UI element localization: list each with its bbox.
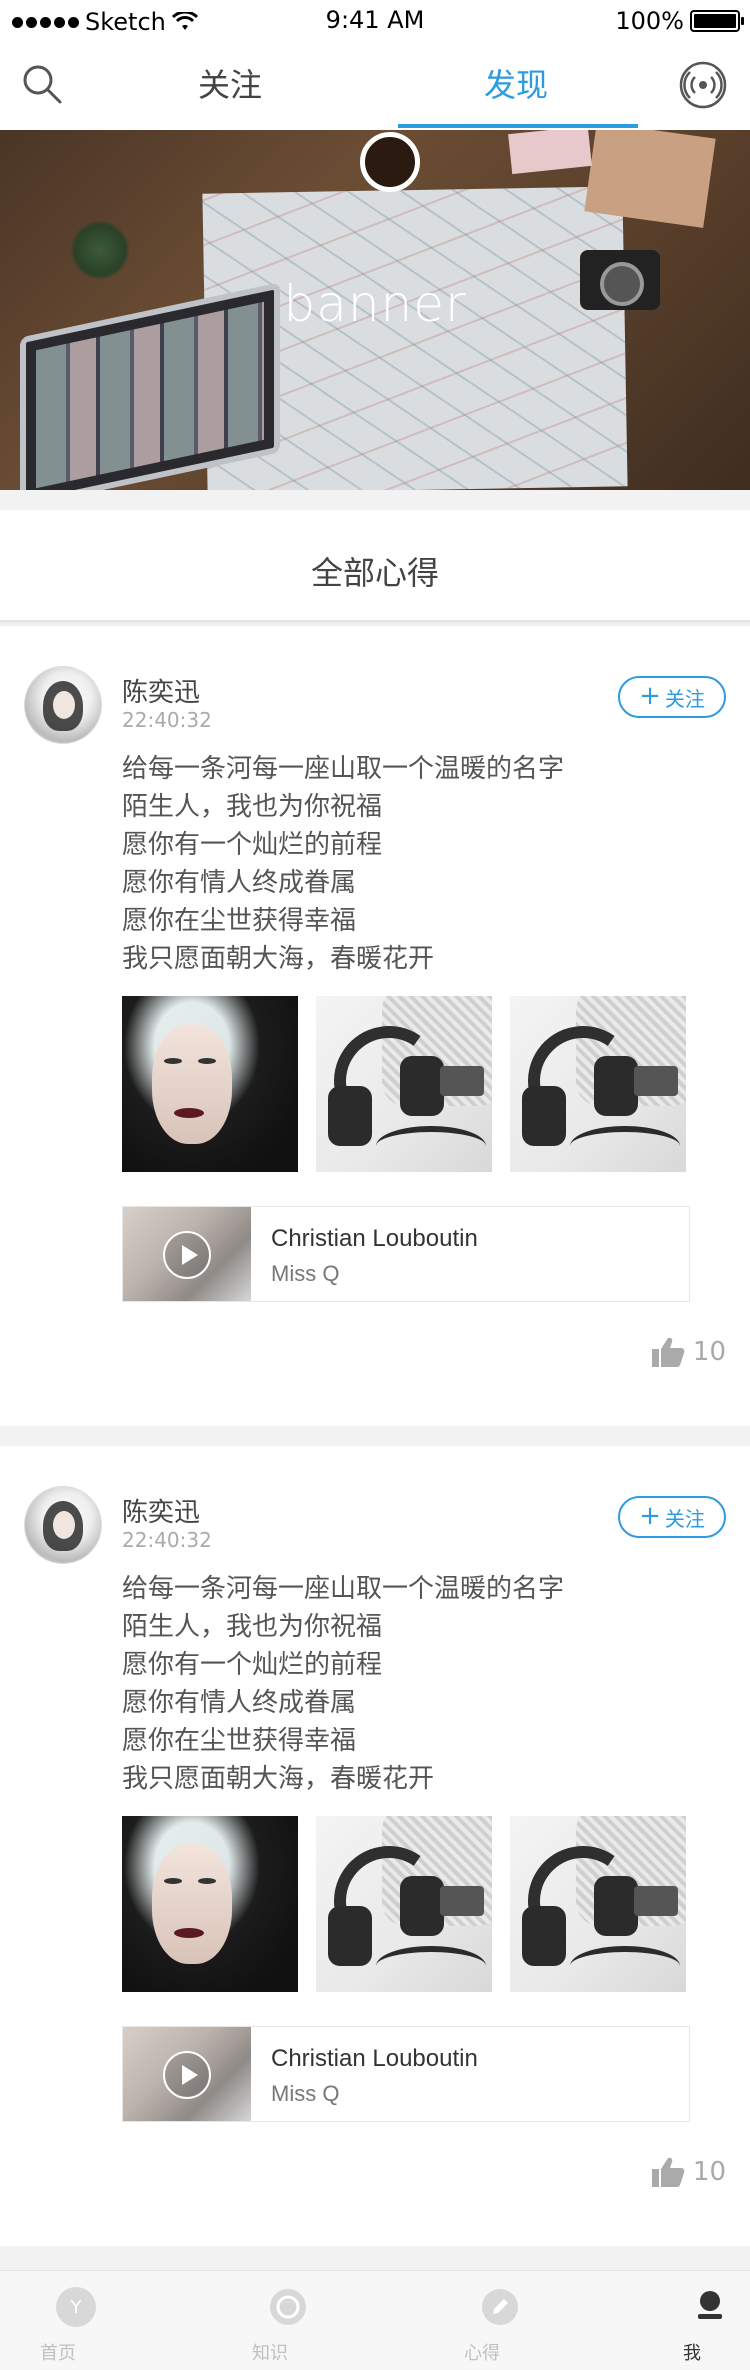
like-count: 10 xyxy=(692,1337,726,1367)
tab-label: 心得 xyxy=(464,2343,500,2364)
banner-notebook-image xyxy=(584,130,716,228)
divider xyxy=(0,2246,750,2270)
thumbs-up-icon xyxy=(651,1337,685,1367)
post-photo[interactable] xyxy=(122,996,298,1172)
post-line: 给每一条河每一座山取一个温暖的名字 xyxy=(122,754,565,784)
status-right: 100% xyxy=(615,7,744,35)
play-icon[interactable] xyxy=(163,2051,211,2099)
follow-label: 关注 xyxy=(664,686,705,711)
media-subtitle: Miss Q xyxy=(271,2081,340,2106)
person-icon xyxy=(698,2291,722,2319)
author-name[interactable]: 陈奕迅 xyxy=(122,672,200,709)
active-tab-indicator xyxy=(398,124,638,128)
post-card: 陈奕迅 22:40:32 + 关注 给每一条河每一座山取一个温暖的名字 陌生人，… xyxy=(0,1446,750,2246)
section-header: 全部心得 xyxy=(0,510,750,622)
banner[interactable]: banner xyxy=(0,130,750,490)
like-count: 10 xyxy=(692,2157,726,2187)
post-line: 愿你有情人终成眷属 xyxy=(122,868,357,898)
tab-discover[interactable]: 发现 xyxy=(484,60,548,106)
tab-label: 首页 xyxy=(40,2343,76,2364)
post-photo[interactable] xyxy=(510,996,686,1172)
play-icon[interactable] xyxy=(163,1231,211,1279)
like-button[interactable]: 10 xyxy=(651,1336,726,1368)
search-icon[interactable] xyxy=(20,62,64,106)
banner-plant-image xyxy=(70,220,130,280)
tab-me[interactable]: 我 xyxy=(634,2271,750,2370)
media-card[interactable]: Christian Louboutin Miss Q xyxy=(122,1206,690,1302)
post-line: 愿你有情人终成眷属 xyxy=(122,1688,357,1718)
thumbs-up-icon xyxy=(651,2157,685,2187)
battery-percent: 100% xyxy=(615,7,684,35)
avatar[interactable] xyxy=(24,666,102,744)
plus-icon: + xyxy=(639,1501,661,1531)
follow-label: 关注 xyxy=(664,1506,705,1531)
battery-icon xyxy=(690,10,744,32)
tab-bar: Y 首页 知识 心得 我 xyxy=(0,2270,750,2370)
post-text: 给每一条河每一座山取一个温暖的名字 陌生人，我也为你祝福 愿你有一个灿烂的前程 … xyxy=(122,1570,722,1798)
author-name[interactable]: 陈奕迅 xyxy=(122,1492,200,1529)
post-line: 愿你有一个灿烂的前程 xyxy=(122,830,383,860)
tab-knowledge[interactable]: 知识 xyxy=(212,2271,399,2370)
tab-label: 我 xyxy=(683,2343,701,2364)
plus-icon: + xyxy=(639,681,661,711)
post-line: 给每一条河每一座山取一个温暖的名字 xyxy=(122,1574,565,1604)
media-thumbnail xyxy=(123,2027,251,2121)
post-line: 愿你在尘世获得幸福 xyxy=(122,1726,357,1756)
post-photo[interactable] xyxy=(122,1816,298,1992)
knowledge-circle-icon xyxy=(270,2289,306,2325)
follow-button[interactable]: + 关注 xyxy=(618,1496,726,1538)
post-text: 给每一条河每一座山取一个温暖的名字 陌生人，我也为你祝福 愿你有一个灿烂的前程 … xyxy=(122,750,722,978)
post-line: 陌生人，我也为你祝福 xyxy=(122,792,383,822)
tab-follow[interactable]: 关注 xyxy=(198,60,262,106)
tab-notes[interactable]: 心得 xyxy=(424,2271,611,2370)
divider xyxy=(0,490,750,510)
banner-title: banner xyxy=(283,275,467,333)
follow-button[interactable]: + 关注 xyxy=(618,676,726,718)
post-line: 陌生人，我也为你祝福 xyxy=(122,1612,383,1642)
media-title: Christian Louboutin xyxy=(271,2045,478,2072)
avatar[interactable] xyxy=(24,1486,102,1564)
media-subtitle: Miss Q xyxy=(271,1261,340,1286)
top-nav: 关注 发现 xyxy=(0,40,750,130)
post-photo[interactable] xyxy=(316,1816,492,1992)
media-card[interactable]: Christian Louboutin Miss Q xyxy=(122,2026,690,2122)
section-title: 全部心得 xyxy=(310,554,439,592)
post-line: 愿你有一个灿烂的前程 xyxy=(122,1650,383,1680)
status-bar: Sketch 9:41 AM 100% xyxy=(0,0,750,40)
like-button[interactable]: 10 xyxy=(651,2156,726,2188)
banner-cup-image xyxy=(360,132,420,192)
pencil-icon xyxy=(482,2289,518,2325)
media-title: Christian Louboutin xyxy=(271,1225,478,1252)
tab-label: 知识 xyxy=(252,2343,288,2364)
post-photo[interactable] xyxy=(510,1816,686,1992)
post-time: 22:40:32 xyxy=(122,1528,212,1552)
post-line: 我只愿面朝大海，春暖花开 xyxy=(122,944,435,974)
post-line: 愿你在尘世获得幸福 xyxy=(122,906,357,936)
banner-card-image xyxy=(508,130,592,175)
post-card: 陈奕迅 22:40:32 + 关注 给每一条河每一座山取一个温暖的名字 陌生人，… xyxy=(0,626,750,1426)
post-photo[interactable] xyxy=(316,996,492,1172)
media-thumbnail xyxy=(123,1207,251,1301)
tab-home[interactable]: Y 首页 xyxy=(0,2271,187,2370)
post-time: 22:40:32 xyxy=(122,708,212,732)
broadcast-icon[interactable] xyxy=(678,60,728,110)
home-y-icon: Y xyxy=(56,2287,96,2327)
divider xyxy=(0,1426,750,1446)
post-line: 我只愿面朝大海，春暖花开 xyxy=(122,1764,435,1794)
